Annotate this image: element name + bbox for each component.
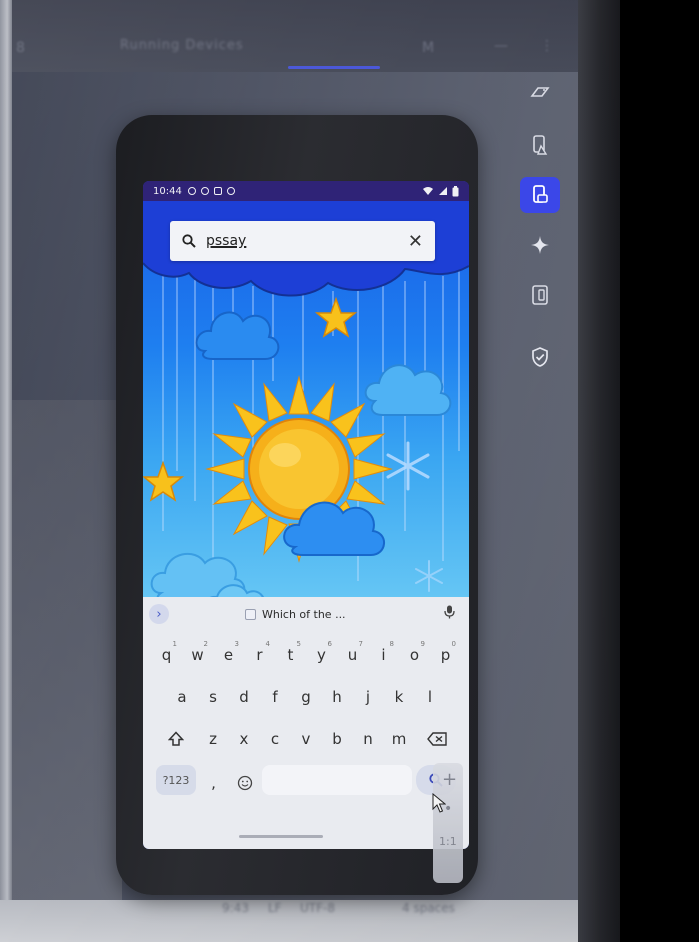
key[interactable]: n	[355, 721, 382, 757]
on-screen-keyboard: › Which of the ... q1 w2 e3 r4 t5 y6 u7 …	[143, 597, 469, 849]
monitor-bezel	[578, 0, 620, 942]
status-indent[interactable]: 4 spaces	[402, 901, 455, 915]
emulator-tool-button[interactable]	[520, 75, 560, 111]
gesture-nav-handle[interactable]	[239, 835, 323, 838]
key[interactable]: o9	[401, 637, 428, 673]
shift-icon	[167, 731, 184, 746]
more-options-icon[interactable]: ⋮	[540, 38, 554, 54]
cloud-shape	[195, 311, 280, 360]
shield-check-icon	[532, 347, 548, 367]
key[interactable]: e3	[215, 637, 242, 673]
ide-panel-shadow	[12, 400, 122, 920]
minimize-icon[interactable]: —	[494, 38, 508, 54]
mouse-cursor-icon	[432, 793, 446, 813]
ide-top-bar: 8 Running Devices M — ⋮	[12, 0, 578, 72]
shift-key[interactable]	[156, 721, 196, 757]
search-icon	[182, 234, 196, 248]
keyboard-row-1: q1 w2 e3 r4 t5 y6 u7 i8 o9 p0	[143, 637, 469, 673]
microphone-icon[interactable]	[444, 605, 455, 623]
key[interactable]: m	[386, 721, 413, 757]
backspace-key[interactable]	[417, 721, 457, 757]
status-encoding[interactable]: UTF-8	[300, 901, 335, 915]
status-line-ending[interactable]: LF	[268, 901, 282, 915]
phone-status-bar: 10:44	[143, 181, 469, 201]
key[interactable]: y6	[308, 637, 335, 673]
key[interactable]: l	[417, 679, 444, 715]
key[interactable]: s	[200, 679, 227, 715]
device-mirroring-button[interactable]	[520, 277, 560, 313]
star-shape	[314, 296, 358, 338]
sky-wallpaper: pssay ✕	[143, 201, 469, 616]
security-button[interactable]	[520, 339, 560, 375]
keyboard-row-2: a s d f g h j k l	[143, 679, 469, 715]
key[interactable]: j	[355, 679, 382, 715]
keyboard-row-3: z x c v b n m	[143, 721, 469, 757]
keyboard-suggestion-bar: › Which of the ...	[143, 597, 469, 631]
search-input[interactable]: pssay	[206, 233, 408, 249]
key[interactable]: a	[169, 679, 196, 715]
tab-running-devices[interactable]: Running Devices	[120, 38, 244, 53]
system-icons	[422, 185, 459, 197]
device-lab-button[interactable]	[520, 127, 560, 163]
device-manager-icon	[533, 185, 548, 203]
search-bar[interactable]: pssay ✕	[170, 221, 435, 261]
key[interactable]: u7	[339, 637, 366, 673]
comma-key[interactable]: ,	[200, 765, 227, 801]
signal-icon	[439, 187, 447, 195]
notification-icons	[187, 187, 235, 195]
key[interactable]: q1	[153, 637, 180, 673]
cloud-shape	[364, 364, 452, 416]
key[interactable]: r4	[246, 637, 273, 673]
tab-active-indicator	[288, 66, 380, 69]
space-key[interactable]	[262, 765, 412, 795]
notification-icon	[226, 187, 235, 195]
phone-screen: 10:44 pssay ✕ › Which of the ... q 1 w 2…	[143, 181, 469, 849]
notification-icon	[213, 187, 222, 195]
key[interactable]: z	[200, 721, 227, 757]
status-time: 9:43	[222, 901, 249, 915]
key[interactable]: t5	[277, 637, 304, 673]
gemini-button[interactable]	[520, 227, 560, 263]
device-manager-button[interactable]	[520, 177, 560, 213]
symbols-key[interactable]: ?123	[156, 765, 196, 795]
sky-illustration	[143, 201, 469, 615]
monitor-edge	[0, 0, 12, 942]
emulator-icon	[530, 87, 550, 97]
clear-search-icon[interactable]: ✕	[408, 231, 423, 252]
clipboard-suggestion[interactable]: Which of the ...	[245, 608, 346, 621]
keyboard-row-4: ?123 ,	[143, 765, 469, 801]
device-mirroring-icon	[532, 285, 548, 305]
emulator-zoom-controls: + • 1:1	[433, 763, 463, 883]
clipboard-icon	[245, 608, 256, 620]
zoom-in-icon[interactable]: +	[442, 769, 457, 790]
ide-top-glyph[interactable]: 8	[16, 40, 25, 56]
key[interactable]: f	[262, 679, 289, 715]
wifi-icon	[423, 187, 433, 195]
device-lab-icon	[533, 135, 548, 155]
suggestion-text: Which of the ...	[262, 607, 346, 621]
key[interactable]: c	[262, 721, 289, 757]
key[interactable]: h	[324, 679, 351, 715]
backspace-icon	[426, 732, 447, 746]
emoji-key[interactable]	[231, 765, 258, 801]
chevron-right-icon[interactable]: ›	[149, 604, 169, 624]
key[interactable]: k	[386, 679, 413, 715]
sparkle-icon	[531, 236, 549, 254]
key[interactable]: p0	[432, 637, 459, 673]
key[interactable]: w2	[184, 637, 211, 673]
key[interactable]: v	[293, 721, 320, 757]
key[interactable]: b	[324, 721, 351, 757]
key[interactable]: i8	[370, 637, 397, 673]
key[interactable]: x	[231, 721, 258, 757]
battery-icon	[452, 185, 459, 196]
snowflake-shape	[386, 441, 430, 491]
emoji-icon	[237, 775, 252, 791]
key[interactable]: g	[293, 679, 320, 715]
actual-size-button[interactable]: 1:1	[439, 835, 457, 848]
key[interactable]: d	[231, 679, 258, 715]
ide-top-glyph[interactable]: M	[422, 40, 434, 56]
notification-icon	[187, 187, 196, 195]
phone-clock: 10:44	[153, 185, 182, 197]
notification-icon	[200, 187, 209, 195]
